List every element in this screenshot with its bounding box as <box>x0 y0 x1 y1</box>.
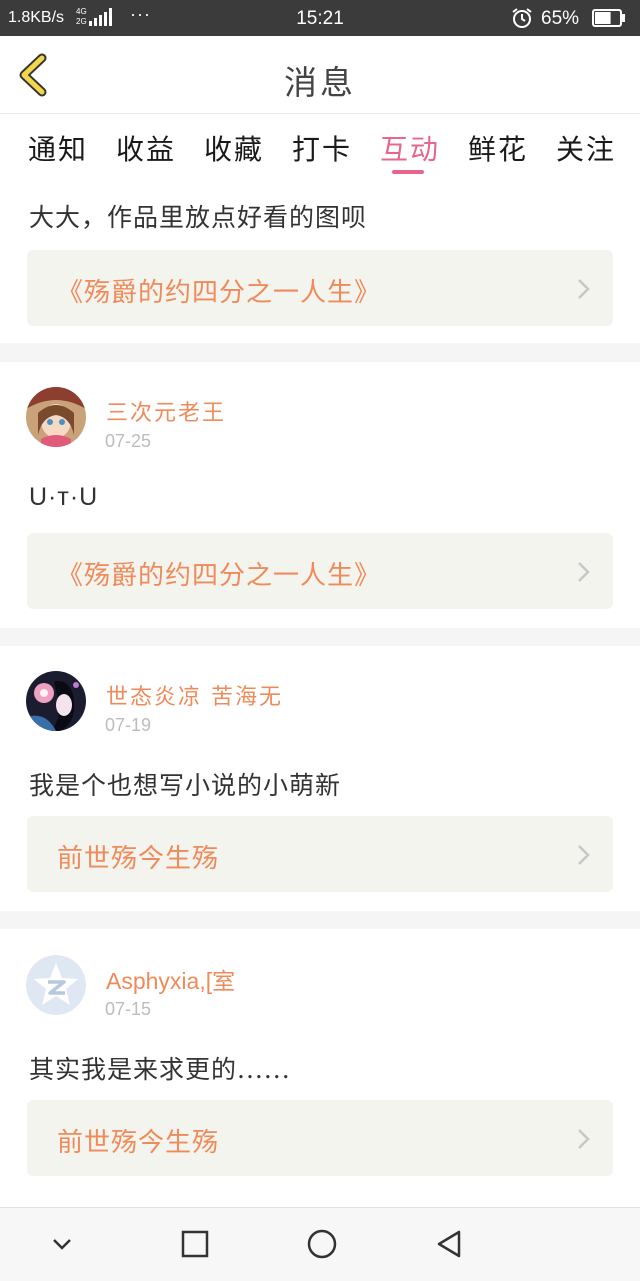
tab-flowers[interactable]: 鲜花 <box>468 128 528 168</box>
status-bar: 1.8KB/s 4G 2G ··· 15:21 65% <box>0 0 640 36</box>
divider <box>0 911 640 929</box>
qzone-avatar-icon[interactable] <box>26 955 86 1015</box>
tab-checkin[interactable]: 打卡 <box>292 128 352 168</box>
tab-earnings[interactable]: 收益 <box>116 128 176 168</box>
list-item: Asphyxia,[室 07-15 其实我是来求更的...... 前世殇今生殇 <box>0 929 640 1207</box>
username[interactable]: 世态炎凉 苦海无 <box>106 679 283 711</box>
alarm-icon <box>512 8 532 28</box>
message-date: 07-15 <box>105 999 152 1019</box>
message-text: 大大，作品里放点好看的图呗 <box>29 203 368 232</box>
divider <box>0 628 640 646</box>
message-text: 其实我是来求更的...... <box>29 1055 291 1084</box>
tab-interaction[interactable]: 互动 <box>380 128 440 168</box>
username[interactable]: Asphyxia,[室 <box>106 962 235 996</box>
system-nav-bar <box>0 1207 640 1281</box>
work-link[interactable]: 《殇爵的约四分之一人生》 <box>27 250 613 326</box>
battery-percent: 65% <box>541 8 580 29</box>
avatar[interactable] <box>26 387 86 447</box>
divider <box>0 343 640 362</box>
list-item: 三次元老王 07-25 U·ᴛ·U 《殇爵的约四分之一人生》 <box>0 362 640 628</box>
work-link[interactable]: 前世殇今生殇 <box>27 1100 613 1176</box>
chevron-right-icon <box>578 562 590 582</box>
work-link[interactable]: 前世殇今生殇 <box>27 816 613 892</box>
battery-icon <box>592 9 625 27</box>
list-item: 世态炎凉 苦海无 07-19 我是个也想写小说的小萌新 前世殇今生殇 <box>0 646 640 911</box>
circle-icon[interactable] <box>302 1224 342 1264</box>
chevron-down-icon[interactable] <box>42 1224 82 1264</box>
username[interactable]: 三次元老王 <box>106 395 226 427</box>
list-item: 大大，作品里放点好看的图呗 《殇爵的约四分之一人生》 <box>0 178 640 343</box>
message-text: U·ᴛ·U <box>29 483 99 511</box>
tab-favorites[interactable]: 收藏 <box>204 128 264 168</box>
tab-notifications[interactable]: 通知 <box>28 128 88 168</box>
header: 消息 <box>0 36 640 114</box>
chevron-right-icon <box>578 845 590 865</box>
square-icon[interactable] <box>175 1224 215 1264</box>
tab-follow[interactable]: 关注 <box>556 128 616 168</box>
message-date: 07-19 <box>105 715 152 735</box>
work-title: 《殇爵的约四分之一人生》 <box>57 561 382 591</box>
avatar[interactable] <box>26 671 86 731</box>
work-title: 《殇爵的约四分之一人生》 <box>57 278 382 308</box>
tab-active-indicator <box>392 170 424 174</box>
chevron-right-icon <box>578 1129 590 1149</box>
work-title: 前世殇今生殇 <box>57 844 220 874</box>
tab-bar: 通知 收益 收藏 打卡 互动 鲜花 关注 <box>0 114 640 178</box>
message-date: 07-25 <box>105 431 152 451</box>
message-text: 我是个也想写小说的小萌新 <box>29 771 342 800</box>
work-link[interactable]: 《殇爵的约四分之一人生》 <box>27 533 613 609</box>
page-title: 消息 <box>284 63 356 102</box>
chevron-right-icon <box>578 279 590 299</box>
work-title: 前世殇今生殇 <box>57 1128 220 1158</box>
triangle-back-icon[interactable] <box>430 1224 470 1264</box>
